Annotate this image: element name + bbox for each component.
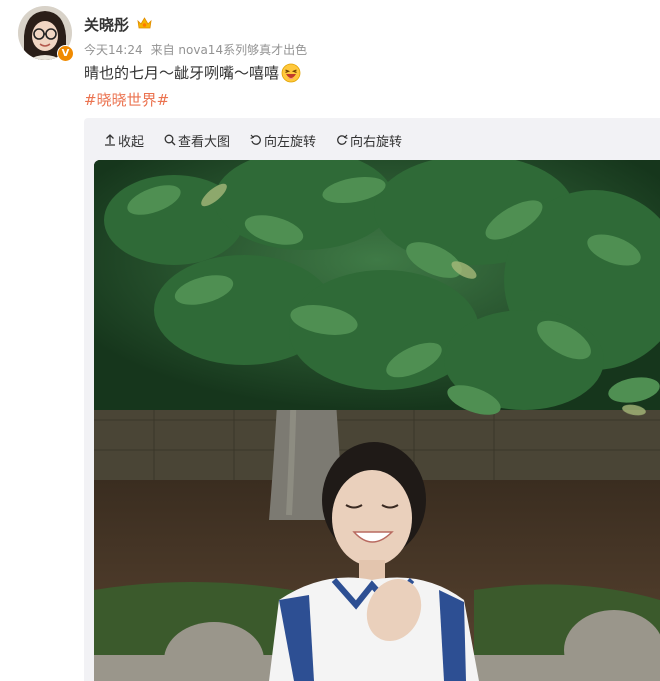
post-source: 来自 nova14系列够真才出色 [150,43,308,57]
username[interactable]: 关晓彤 [84,14,129,35]
arrow-up-icon [105,134,115,146]
laughing-emoji-icon [281,63,301,82]
post-meta: 今天14:24 来自 nova14系列够真才出色 [84,41,307,58]
rotate-right-button[interactable]: 向右旋转 [336,131,402,150]
rotate-right-icon [337,134,348,145]
post-time[interactable]: 今天14:24 [84,43,143,57]
magnifier-icon [164,134,176,146]
hashtag-link[interactable]: #晓晓世界# [84,89,169,110]
verified-badge-icon: V [57,45,74,62]
rotate-right-label: 向右旋转 [350,134,403,150]
rotate-left-button[interactable]: 向左旋转 [250,131,316,150]
media-toolbar: 收起 查看大图 向左旋转 向右旋转 [104,130,402,150]
view-large-button[interactable]: 查看大图 [164,131,230,150]
rotate-left-label: 向左旋转 [264,134,317,150]
post-photo[interactable] [94,160,660,681]
collapse-label: 收起 [118,134,145,150]
post-text-content: 晴也的七月～龇牙咧嘴～嘻嘻 [84,64,280,82]
media-panel: 收起 查看大图 向左旋转 向右旋转 [84,118,660,681]
collapse-button[interactable]: 收起 [104,131,144,150]
post-text: 晴也的七月～龇牙咧嘴～嘻嘻 [84,62,301,83]
view-large-label: 查看大图 [178,134,231,150]
crown-icon[interactable] [136,15,153,32]
rotate-left-icon [250,134,261,145]
